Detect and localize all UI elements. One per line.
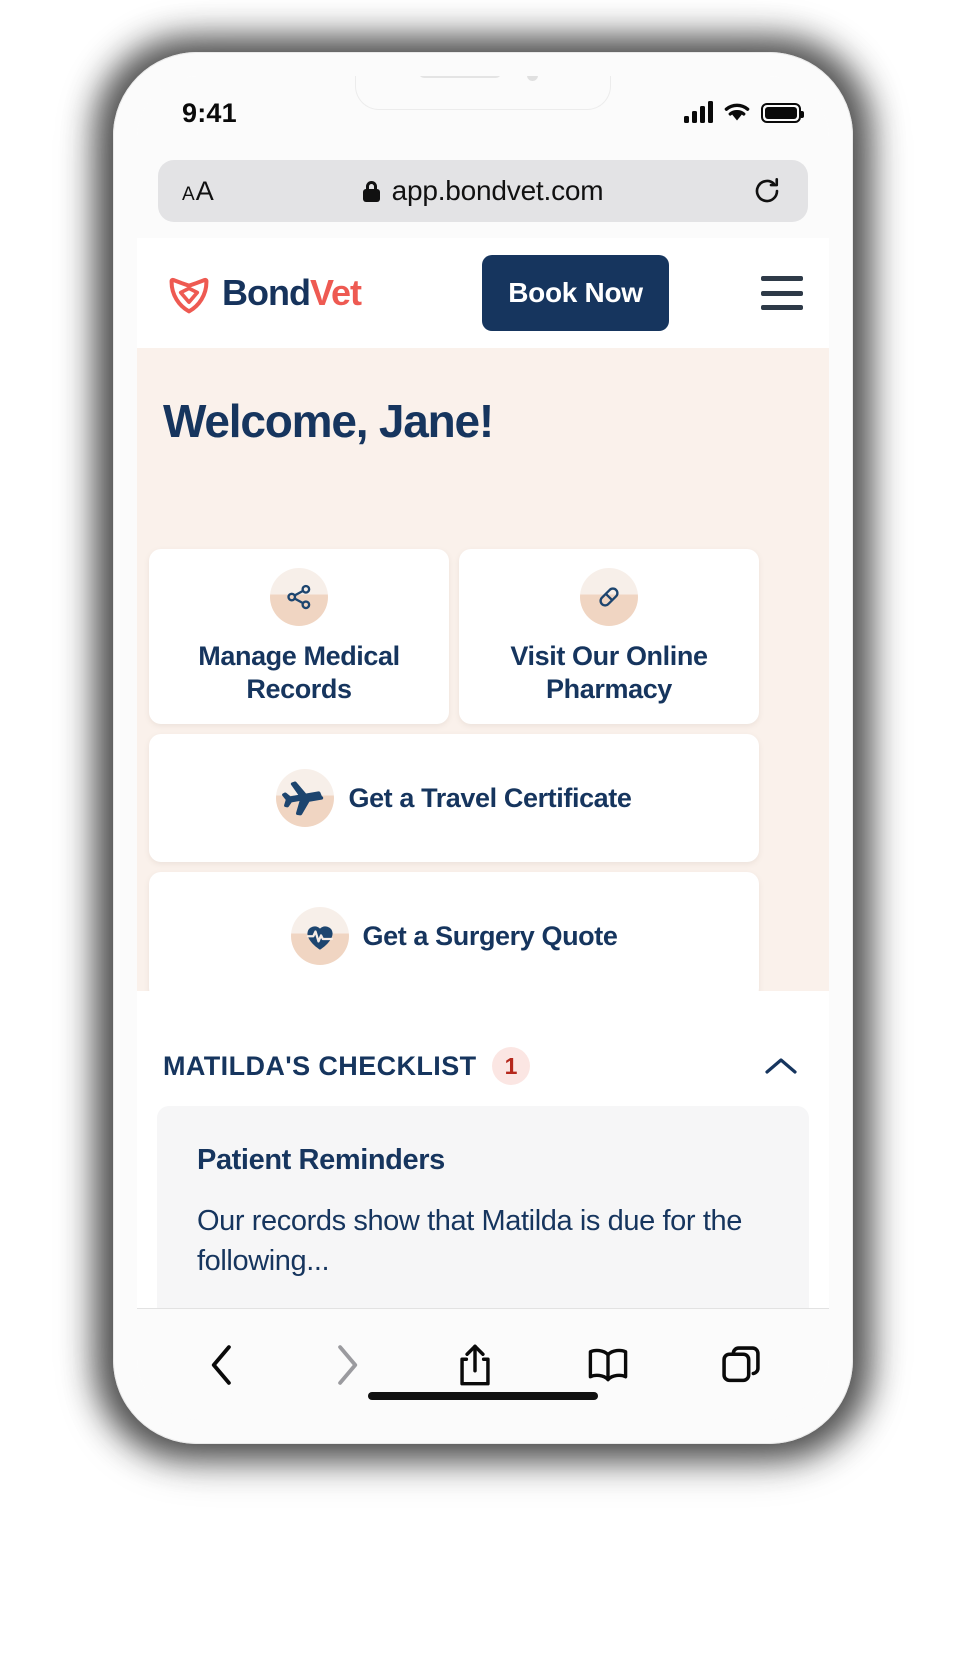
reminders-title: Patient Reminders [197,1144,445,1176]
forward-icon[interactable] [324,1337,370,1393]
quick-action-label: Manage Medical Records [198,640,400,704]
quick-action-label: Get a Surgery Quote [362,920,618,951]
status-bar-time: 9:41 [182,98,237,128]
heart-pulse-icon [290,907,349,965]
book-now-button[interactable]: Book Now [482,255,669,331]
page-title: Welcome, Jane! [163,395,494,447]
safari-bottom-toolbar [137,1308,829,1420]
quick-action-visit-online-pharmacy[interactable]: Visit Our Online Pharmacy [459,549,759,724]
home-indicator [368,1392,598,1400]
lock-icon [362,180,380,202]
reload-icon[interactable] [752,176,782,206]
reminders-body-text: Our records show that Matilda is due for… [197,1205,742,1278]
airplane-icon [276,769,335,827]
notch-speaker [419,76,501,78]
quick-action-get-surgery-quote[interactable]: Get a Surgery Quote [149,872,759,1000]
url-display[interactable]: app.bondvet.com [158,175,808,207]
quick-action-get-travel-certificate[interactable]: Get a Travel Certificate [149,734,759,862]
quick-action-label: Get a Travel Certificate [348,782,632,813]
phone-notch [355,76,611,110]
quick-action-label: Visit Our Online Pharmacy [510,640,708,704]
share-nodes-icon [270,567,328,626]
hamburger-menu-icon[interactable] [761,276,803,310]
wifi-icon [724,103,750,121]
url-text: app.bondvet.com [391,175,604,206]
share-icon[interactable] [450,1336,500,1394]
book-icon[interactable] [580,1339,636,1391]
brand-wordmark: BondVet [222,272,362,314]
site-header: BondVet Book Now [137,238,829,348]
url-bar[interactable]: A A app.bondvet.com [158,160,808,222]
notch-camera [527,76,538,81]
tabs-icon[interactable] [715,1339,767,1391]
brand-logo-area[interactable]: BondVet [167,271,362,315]
cellular-signal-icon [684,101,713,123]
hero-section: Welcome, Jane! Manage Medical Records Vi… [137,348,829,1000]
checklist-header[interactable]: MATILDA'S CHECKLIST 1 [137,1036,829,1096]
quick-action-manage-medical-records[interactable]: Manage Medical Records [149,549,449,724]
checklist-title: MATILDA'S CHECKLIST [163,1050,477,1081]
back-icon[interactable] [199,1337,245,1393]
brand-bond-text: Bond [222,272,311,313]
status-bar-icons [684,100,804,123]
chevron-up-icon[interactable] [761,1046,801,1086]
status-bar: 9:41 [137,76,829,150]
bondvet-cat-shield-logo [169,277,209,314]
phone-screen: 9:41 A A app.bondvet.com BondVet Book No… [137,76,829,1420]
pill-capsule-icon [580,567,638,626]
battery-icon [761,103,804,123]
brand-vet-text: Vet [309,272,362,313]
checklist-count-badge: 1 [492,1047,530,1085]
browser-chrome: A A app.bondvet.com [137,150,829,238]
